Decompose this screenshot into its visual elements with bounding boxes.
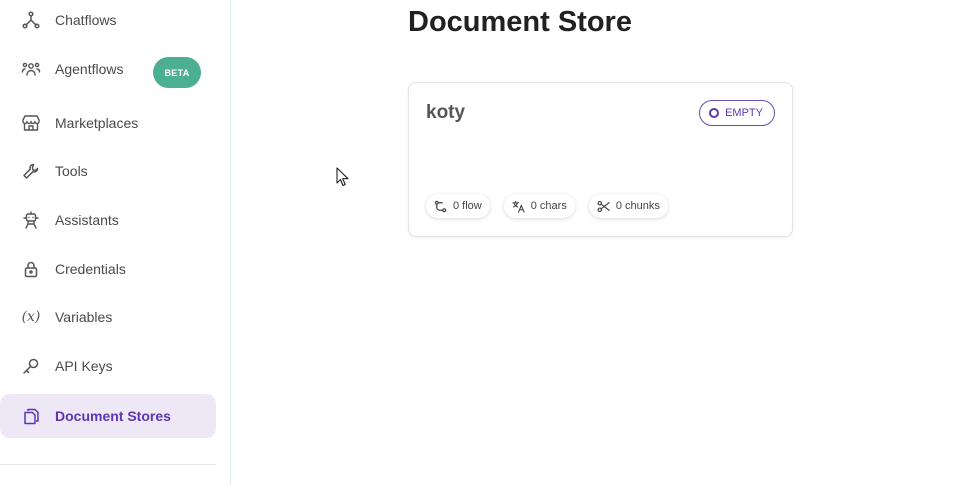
sidebar-item-label: Assistants — [55, 212, 119, 228]
char-count: 0 chars — [530, 200, 567, 212]
flow-count-chip: 0 flow — [426, 194, 490, 218]
sidebar-item-label: Marketplaces — [55, 115, 139, 131]
chunk-count-chip: 0 chunks — [588, 194, 668, 218]
beta-badge: BETA — [153, 57, 201, 88]
document-stores-icon — [20, 405, 42, 427]
sidebar-item-label: Credentials — [55, 261, 126, 277]
sidebar-item-label: API Keys — [55, 358, 113, 374]
status-dot-icon — [709, 108, 720, 118]
mouse-cursor-icon — [336, 167, 349, 192]
sidebar-item-label: Chatflows — [55, 12, 117, 28]
sidebar-item-marketplaces[interactable]: Marketplaces — [0, 101, 216, 145]
flow-icon — [434, 200, 447, 213]
key-icon — [20, 355, 42, 377]
page-title: Document Store — [408, 6, 632, 38]
status-label: EMPTY — [725, 107, 763, 119]
store-stats: 0 flow 0 chars 0 chunks — [426, 194, 668, 218]
scissors-icon — [597, 200, 610, 213]
sidebar-item-label: Variables — [55, 309, 113, 325]
agentflows-icon — [20, 58, 42, 80]
char-count-chip: 0 chars — [503, 194, 575, 218]
variable-icon: (x) — [20, 306, 42, 328]
sidebar-item-variables[interactable]: (x) Variables — [0, 295, 216, 339]
sidebar-item-credentials[interactable]: Credentials — [0, 247, 216, 291]
marketplace-icon — [20, 112, 42, 134]
lock-icon — [20, 258, 42, 280]
sidebar-item-label: Agentflows — [55, 61, 124, 77]
sidebar-item-tools[interactable]: Tools — [0, 149, 216, 193]
store-name: koty — [426, 102, 466, 123]
sidebar-item-chatflows[interactable]: Chatflows — [0, 0, 216, 42]
flow-count: 0 flow — [453, 200, 482, 212]
document-store-card[interactable]: koty EMPTY 0 flow 0 chars 0 chunks — [408, 82, 793, 237]
sidebar-item-assistants[interactable]: Assistants — [0, 198, 216, 242]
chunk-count: 0 chunks — [615, 200, 660, 212]
sidebar: Chatflows Agentflows BETA Marketplaces T… — [0, 0, 231, 485]
sidebar-item-api-keys[interactable]: API Keys — [0, 344, 216, 388]
assistants-icon — [20, 209, 42, 231]
chatflows-icon — [20, 9, 42, 31]
translate-icon — [512, 200, 525, 213]
app-root: Chatflows Agentflows BETA Marketplaces T… — [0, 0, 958, 485]
sidebar-item-label: Document Stores — [55, 408, 171, 424]
sidebar-divider — [0, 464, 216, 465]
sidebar-item-document-stores[interactable]: Document Stores — [0, 394, 216, 438]
tools-icon — [20, 160, 42, 182]
variable-icon-text: (x) — [21, 309, 41, 325]
status-badge: EMPTY — [699, 100, 775, 126]
sidebar-item-label: Tools — [55, 163, 88, 179]
